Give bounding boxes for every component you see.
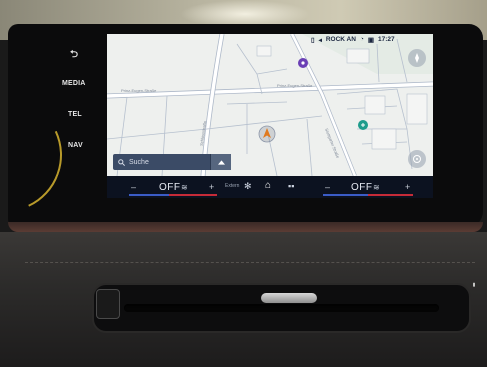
nav-button[interactable]: NAV [68,142,83,149]
audio-source-label: ROCK AN [325,36,356,43]
search-bar[interactable]: Suche [113,154,231,170]
fan-icon[interactable]: ✻ [244,181,252,192]
dashboard-stitching [25,262,475,265]
message-icon: ▣ [367,36,375,44]
temp-plus-right-button[interactable]: + [405,182,410,192]
instrument-gauge-arc [0,81,79,229]
poi-marker-teal[interactable] [358,120,368,130]
air-vent [92,283,471,333]
poi-marker-purple[interactable] [298,58,308,68]
status-bar: ▯ ◂ ROCK AN ◔ ▣ 17:27 [311,34,433,45]
back-button[interactable]: ⮌ [70,47,78,64]
climate-bar: – OFF ≋ + Extern ✻ ⌂ ▪▪ – OFF ≋ + [107,176,433,198]
temp-bar-right-red [368,194,413,196]
air-vent-slot [124,304,439,312]
seat-heat-left-icon[interactable]: ≋ [181,183,188,192]
temp-plus-left-button[interactable]: + [209,182,214,192]
temp-minus-left-button[interactable]: – [131,182,136,192]
home-icon[interactable]: ⌂ [265,180,271,191]
climate-zone-right: – OFF ≋ + [323,176,413,198]
temp-value-left: OFF [159,181,181,193]
compass-button[interactable] [408,49,426,67]
climate-zone-left: – OFF ≋ + [129,176,217,198]
target-icon [413,155,421,163]
temp-value-right: OFF [351,181,373,193]
car-interior-photo: ⮌ MEDIA TEL NAV Prinz-Eugen-Straße Prinz… [0,0,487,367]
vehicle-position-icon [258,125,276,143]
phone-icon: ▯ [311,36,315,44]
media-button[interactable]: MEDIA [62,80,86,87]
street-label: Prinz-Eugen-Straße [277,83,313,88]
compass-icon [415,53,419,63]
search-placeholder: Suche [129,158,149,166]
temp-bar-left-red [169,194,217,196]
air-vent-thumbwheel[interactable] [96,289,120,319]
tel-button[interactable]: TEL [68,111,82,118]
infotainment-screen: Prinz-Eugen-Straße Prinz-Eugen-Straße Sc… [107,34,433,198]
apps-grid-icon[interactable]: ▪▪ [288,181,294,191]
signal-icon: ◔ [359,36,364,43]
chevron-up-icon [217,159,225,165]
navigation-arrow-icon: ◂ [318,36,322,44]
display-bezel-edge [8,222,483,232]
recenter-button[interactable] [408,150,426,168]
search-icon [118,158,125,166]
street-label: Prinz-Eugen-Straße [121,88,157,93]
temp-minus-right-button[interactable]: – [325,182,330,192]
seat-heat-right-icon[interactable]: ≋ [373,183,380,192]
navigation-map[interactable]: Prinz-Eugen-Straße Prinz-Eugen-Straße Sc… [107,34,433,198]
search-expand-button[interactable] [210,154,231,170]
temp-bar-right-blue [323,194,368,196]
clock: 17:27 [378,36,395,43]
hardkey-panel [0,28,100,229]
temp-bar-left-blue [129,194,169,196]
air-vent-knob[interactable] [261,293,317,303]
dashboard-button[interactable]: ▮ [463,282,485,308]
search-input[interactable]: Suche [113,159,210,166]
extern-label: Extern [225,183,240,189]
